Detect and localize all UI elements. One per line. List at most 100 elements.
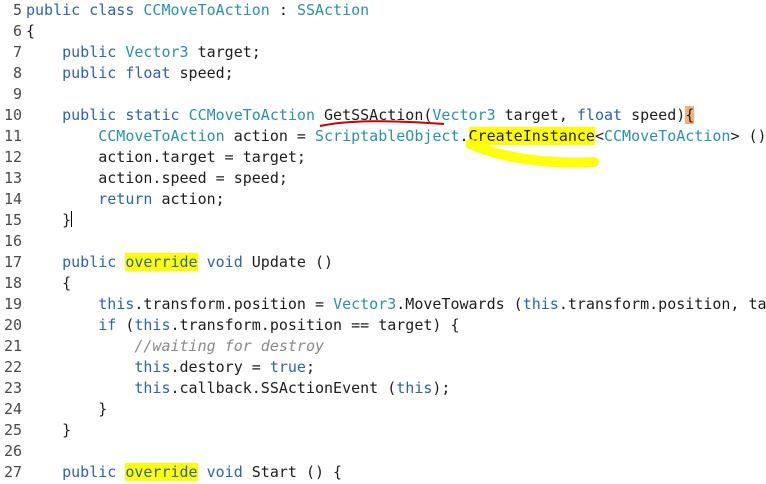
code-token: CCMoveToAction	[143, 1, 270, 19]
code-text: return action;	[26, 189, 225, 210]
code-line[interactable]: 13 action.speed = speed;	[0, 168, 766, 189]
code-token: this	[396, 379, 433, 397]
line-number: 23	[3, 379, 22, 397]
line-number: 14	[3, 190, 22, 208]
code-token: void	[206, 253, 243, 271]
code-line[interactable]: 6{	[0, 21, 766, 42]
code-token: .transform.position == target) {	[170, 316, 460, 334]
code-text: public override void Update ()	[26, 252, 333, 273]
code-token: this	[522, 295, 559, 313]
code-line[interactable]: 15 }	[0, 210, 766, 231]
code-token: Vector3	[125, 43, 189, 61]
code-token: public class	[26, 1, 144, 19]
line-number: 5	[12, 1, 22, 19]
line-number: 25	[3, 421, 22, 439]
text-cursor	[71, 211, 73, 227]
code-line[interactable]: 17 public override void Update ()	[0, 252, 766, 273]
code-token: speed)	[622, 106, 686, 124]
code-token: Start () {	[242, 463, 343, 481]
code-editor[interactable]: 5 public class CCMoveToAction : SSAction 6…	[0, 0, 766, 484]
code-line[interactable]: 11 CCMoveToAction action = ScriptableObj…	[0, 126, 766, 147]
code-line[interactable]: 20 if (this.transform.position == target…	[0, 315, 766, 336]
line-number: 19	[3, 295, 22, 313]
line-number: 15	[3, 211, 22, 229]
code-token: SSAction	[296, 1, 370, 19]
code-token: CCMoveToAction	[98, 127, 225, 145]
code-token: public	[62, 43, 117, 61]
code-token: .	[459, 127, 469, 145]
code-text: {	[26, 273, 71, 294]
line-number: 17	[3, 253, 22, 271]
code-line[interactable]: 16	[0, 231, 766, 252]
line-number: 22	[3, 358, 22, 376]
code-token: > ()	[730, 127, 766, 145]
code-token: target,	[495, 106, 577, 124]
code-line[interactable]: 12 action.target = target;	[0, 147, 766, 168]
code-token: if	[98, 316, 117, 334]
code-line[interactable]: 19 this.transform.position = Vector3.Mov…	[0, 294, 766, 315]
code-line[interactable]: 5 public class CCMoveToAction : SSAction	[0, 0, 766, 21]
line-number: 21	[3, 337, 22, 355]
code-token: }	[26, 421, 72, 439]
code-token: this	[98, 295, 135, 313]
code-line[interactable]: 7 public Vector3 target;	[0, 42, 766, 63]
code-token: action =	[224, 127, 315, 145]
line-number: 27	[3, 463, 22, 481]
line-number: 24	[3, 400, 22, 418]
code-token: public static	[62, 106, 180, 124]
code-text: if (this.transform.position == target) {	[26, 315, 459, 336]
code-token: .callback.SSActionEvent (	[170, 379, 397, 397]
code-token: ;	[305, 358, 315, 376]
code-token: }	[26, 400, 108, 418]
code-text: {	[26, 21, 35, 42]
code-token: action.target = target;	[26, 148, 306, 166]
code-line[interactable]: 23 this.callback.SSActionEvent (this);	[0, 378, 766, 399]
code-line[interactable]: 22 this.destory = true;	[0, 357, 766, 378]
code-line[interactable]: 25 }	[0, 420, 766, 441]
code-token: GetSSAction(	[315, 106, 433, 124]
code-text: }	[26, 420, 71, 441]
code-line[interactable]: 14 return action;	[0, 189, 766, 210]
code-text: public override void Start () {	[26, 462, 342, 483]
code-line[interactable]: 18 {	[0, 273, 766, 294]
code-token: action;	[152, 190, 225, 208]
code-token: override	[125, 253, 198, 271]
code-line[interactable]: 9	[0, 84, 766, 105]
code-token: CCMoveToAction	[604, 127, 731, 145]
line-number: 10	[3, 106, 22, 124]
line-number: 12	[3, 148, 22, 166]
line-number: 26	[3, 442, 22, 460]
code-token: <	[594, 127, 604, 145]
code-token: {	[26, 22, 36, 40]
line-number: 13	[3, 169, 22, 187]
code-token: {	[685, 106, 695, 124]
code-line[interactable]: 27 public override void Start () {	[0, 462, 766, 483]
code-line[interactable]: 10 public static CCMoveToAction GetSSAct…	[0, 105, 766, 126]
code-token: this	[134, 379, 171, 397]
code-token: Vector3	[432, 106, 496, 124]
code-token: (	[116, 316, 135, 334]
code-token: .destory =	[170, 358, 270, 376]
code-token: .transform.position =	[134, 295, 334, 313]
code-line[interactable]: 8 public float speed;	[0, 63, 766, 84]
code-token: );	[432, 379, 451, 397]
code-token: float	[576, 106, 623, 124]
code-line[interactable]: 24 }	[0, 399, 766, 420]
line-number: 8	[12, 64, 22, 82]
code-token: true	[269, 358, 306, 376]
code-line[interactable]: 26	[0, 441, 766, 462]
code-line[interactable]: 21 //waiting for destroy	[0, 336, 766, 357]
